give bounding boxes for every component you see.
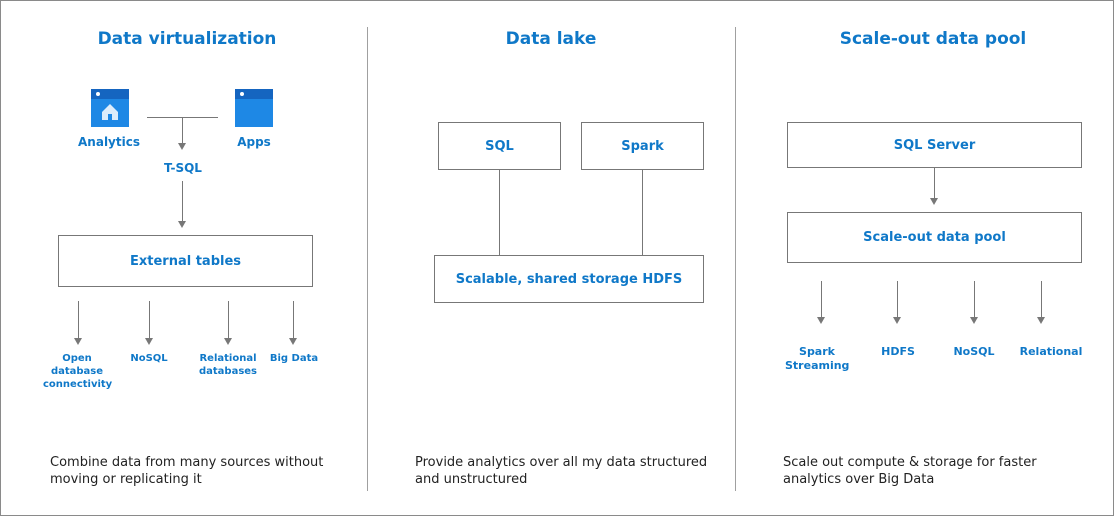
scale-out-pool-box: Scale-out data pool	[787, 212, 1082, 263]
arrow-down-icon	[970, 317, 978, 324]
hdfs-storage-box: Scalable, shared storage HDFS	[434, 255, 704, 303]
scale-out-description: Scale out compute & storage for faster a…	[783, 455, 1037, 487]
source-label-relational: Relational databases	[198, 353, 258, 377]
data-virtualization-title: Data virtualization	[97, 29, 277, 49]
data-lake-title: Data lake	[505, 29, 597, 49]
arrow-down-icon	[1037, 317, 1045, 324]
column-separator	[735, 27, 736, 491]
arrow-down-icon	[930, 198, 938, 205]
connector-line	[228, 301, 229, 338]
sql-server-box: SQL Server	[787, 122, 1082, 168]
connector-line	[182, 181, 183, 221]
connector-line	[78, 301, 79, 338]
apps-label: Apps	[237, 135, 271, 149]
target-label-hdfs: HDFS	[881, 345, 915, 358]
column-separator	[367, 27, 368, 491]
source-label-big-data: Big Data	[269, 353, 319, 364]
arrow-down-icon	[224, 338, 232, 345]
analytics-label: Analytics	[78, 135, 140, 149]
analytics-home-icon	[91, 89, 129, 127]
connector-line	[934, 168, 935, 198]
connector-line	[499, 170, 500, 255]
target-label-spark-streaming: Spark Streaming	[785, 345, 850, 372]
connector-line	[293, 301, 294, 338]
target-label-relational: Relational	[1019, 345, 1083, 358]
target-label-nosql: NoSQL	[953, 345, 995, 358]
arrow-down-icon	[145, 338, 153, 345]
arrow-down-icon	[893, 317, 901, 324]
connector-line	[1041, 281, 1042, 317]
source-label-odbc: Open database connectivity	[43, 353, 113, 390]
data-virtualization-description: Combine data from many sources without m…	[50, 455, 324, 487]
connector-line	[642, 170, 643, 255]
sql-box: SQL	[438, 122, 561, 170]
data-lake-description: Provide analytics over all my data struc…	[415, 455, 708, 487]
tsql-label: T-SQL	[164, 161, 202, 175]
arrow-down-icon	[817, 317, 825, 324]
diagram-canvas: Data virtualization Analytics Apps T-SQL…	[0, 0, 1114, 516]
connector-line	[149, 301, 150, 338]
connector-line	[182, 117, 183, 143]
scale-out-title: Scale-out data pool	[839, 29, 1027, 49]
connector-line	[974, 281, 975, 317]
source-label-nosql: NoSQL	[130, 353, 168, 364]
arrow-down-icon	[289, 338, 297, 345]
arrow-down-icon	[178, 221, 186, 228]
spark-box: Spark	[581, 122, 704, 170]
arrow-down-icon	[178, 143, 186, 150]
arrow-down-icon	[74, 338, 82, 345]
apps-window-icon	[235, 89, 273, 127]
connector-line	[821, 281, 822, 317]
external-tables-box: External tables	[58, 235, 313, 287]
connector-line	[897, 281, 898, 317]
